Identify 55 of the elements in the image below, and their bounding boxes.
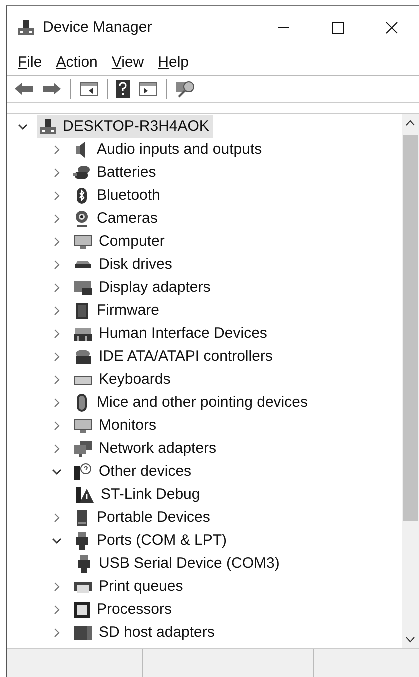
tree-item[interactable]: Display adapters	[71, 276, 215, 299]
tree-item[interactable]: Other devices	[71, 460, 196, 483]
disk-drive-icon	[75, 261, 91, 268]
tree-item[interactable]: Print queues	[71, 575, 188, 598]
controller-icon	[73, 348, 93, 366]
menu-item[interactable]: Help	[152, 52, 196, 72]
scroll-up-icon[interactable]	[406, 120, 415, 126]
port-icon	[75, 554, 93, 574]
tree-item[interactable]: Network adapters	[71, 437, 221, 460]
display-adapter-icon	[73, 278, 93, 296]
tree-item[interactable]: Monitors	[71, 414, 161, 437]
tree-item[interactable]: ST-Link Debug	[73, 483, 204, 506]
app-icon	[17, 18, 35, 36]
chevron-icon[interactable]	[52, 536, 62, 546]
tree-item[interactable]: SD host adapters	[71, 621, 219, 644]
maximize-icon[interactable]	[332, 22, 344, 34]
monitor-icon	[73, 232, 93, 250]
webcam-icon	[73, 210, 91, 228]
tree-item[interactable]: USB Serial Device (COM3)	[73, 552, 284, 575]
computer-icon	[39, 118, 57, 136]
warning-device-icon	[75, 486, 95, 504]
tree-item[interactable]: Audio inputs and outputs	[71, 138, 266, 161]
tree-item[interactable]: Batteries	[71, 161, 160, 184]
battery-icon	[73, 164, 91, 182]
menu-item[interactable]: Action	[50, 52, 104, 72]
unknown-device-icon	[73, 462, 93, 480]
chevron-icon[interactable]	[52, 466, 62, 476]
tree-item[interactable]: Mice and other pointing devices	[71, 391, 312, 414]
close-icon[interactable]	[386, 22, 398, 34]
scroll-down-icon[interactable]	[406, 636, 415, 642]
tree-item[interactable]: Disk drives	[71, 253, 176, 276]
chevron-icon[interactable]	[18, 122, 28, 132]
port-icon	[73, 530, 91, 550]
menu-item[interactable]: File	[12, 52, 48, 72]
scroll-thumb[interactable]	[403, 135, 418, 521]
monitor-icon	[73, 416, 93, 434]
tree-item[interactable]: Computer	[71, 230, 169, 253]
network-icon	[73, 440, 93, 458]
tree-item[interactable]: Processors	[71, 598, 176, 621]
tree-item[interactable]: Portable Devices	[71, 506, 214, 529]
tree-item[interactable]: Bluetooth	[71, 184, 164, 207]
tree-item[interactable]: DESKTOP-R3H4AOK	[37, 115, 214, 138]
card-icon	[73, 624, 93, 642]
tree-item[interactable]: Cameras	[71, 207, 162, 230]
tree-item[interactable]: Firmware	[71, 299, 164, 322]
scrollbar[interactable]	[402, 114, 419, 648]
help-button[interactable]	[113, 78, 133, 100]
tree-item[interactable]: Ports (COM & LPT)	[71, 529, 232, 552]
chip-icon	[73, 302, 91, 320]
tree-item[interactable]: Keyboards	[71, 368, 175, 391]
tree-item[interactable]: IDE ATA/ATAPI controllers	[71, 345, 277, 368]
tree-item[interactable]: Human Interface Devices	[71, 322, 272, 345]
processor-icon	[73, 600, 91, 618]
menu-item[interactable]: View	[106, 52, 150, 72]
window-title: Device Manager	[43, 19, 154, 36]
